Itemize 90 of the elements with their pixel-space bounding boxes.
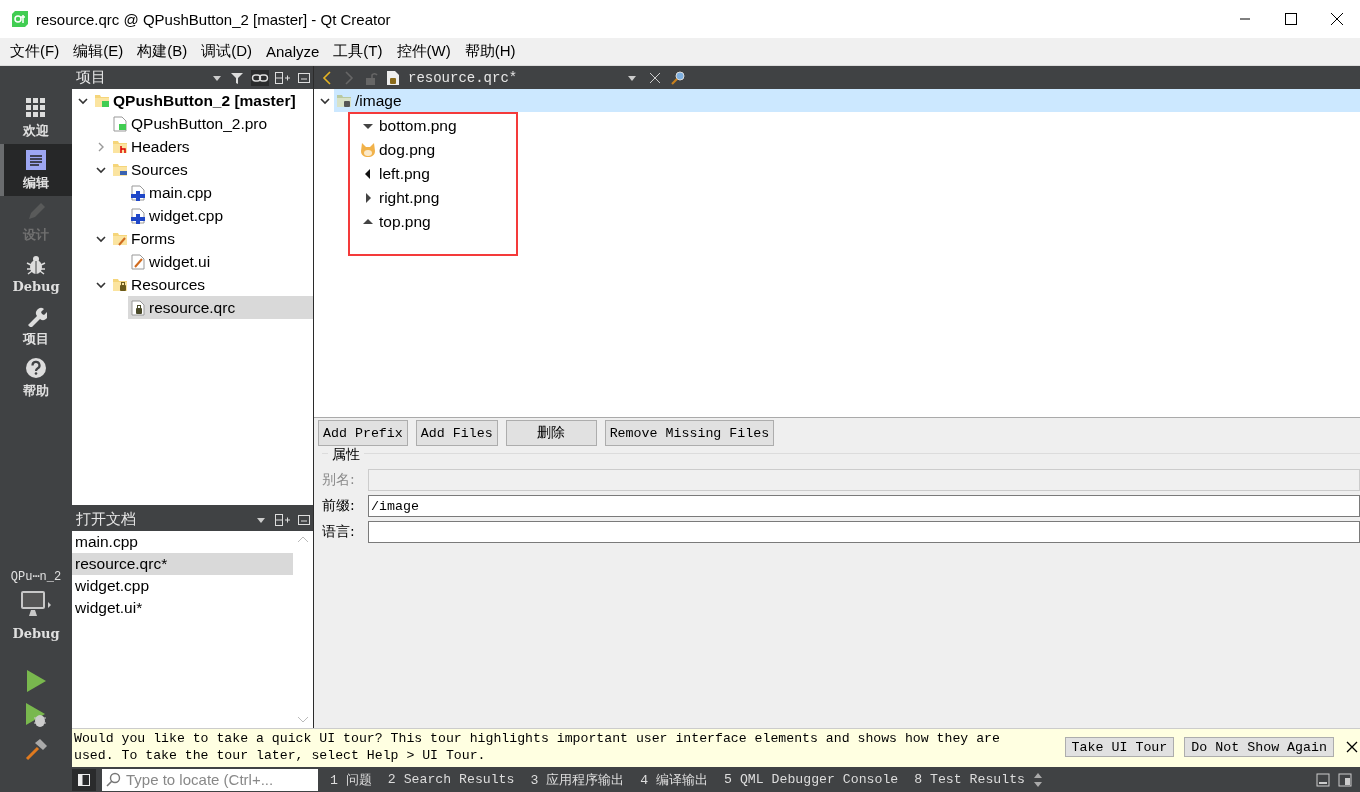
mode-button[interactable]: Debug: [0, 248, 72, 300]
resource-file-icon: [130, 299, 146, 316]
field-label: 前缀:: [322, 497, 356, 515]
tree-item[interactable]: dog.png: [358, 138, 516, 162]
run-icon[interactable]: [25, 669, 47, 693]
mode-button[interactable]: 编辑: [0, 144, 72, 196]
field-label: 语言:: [322, 523, 356, 541]
action-button[interactable]: Remove Missing Files: [604, 420, 775, 446]
project-folder-icon: [94, 92, 110, 109]
tour-button[interactable]: Take UI Tour: [1064, 737, 1175, 757]
sidebar-toggle-button[interactable]: [72, 768, 96, 791]
tree-item[interactable]: QPushButton_2 [master]: [92, 89, 313, 112]
document-item[interactable]: widget.cpp: [72, 575, 293, 597]
window-title: resource.qrc @ QPushButton_2 [master] - Qt Creator: [36, 10, 392, 28]
tree-item[interactable]: widget.cpp: [128, 204, 313, 227]
action-button[interactable]: Add Files: [415, 420, 498, 446]
sidebar-icon: [78, 773, 90, 786]
kit-selector[interactable]: QPu⋯n_2 Debug: [0, 569, 72, 641]
hammer-icon[interactable]: [24, 737, 48, 761]
panel-title: 打开文档: [76, 510, 137, 529]
tree-item[interactable]: QPushButton_2.pro: [110, 112, 313, 135]
document-item[interactable]: resource.qrc*: [72, 553, 293, 575]
output-pane-tab[interactable]: 1 问题: [322, 770, 380, 789]
form-file-icon: [130, 253, 146, 270]
output-pane-tab[interactable]: 4 编译输出: [632, 770, 717, 789]
form-folder-icon: [112, 230, 128, 247]
document-icon: [25, 148, 47, 171]
output-pane-tab[interactable]: 5 QML Debugger Console: [716, 772, 907, 787]
tree-item[interactable]: resource.qrc: [128, 296, 313, 319]
tree-item[interactable]: Headers: [110, 135, 313, 158]
bug-icon: [25, 254, 47, 276]
search-icon: [106, 771, 122, 788]
menu-item[interactable]: 控件(W): [389, 42, 458, 61]
progress-icon[interactable]: [1316, 772, 1330, 787]
field-label: 别名:: [322, 471, 356, 489]
mode-button[interactable]: 帮助: [0, 352, 72, 404]
resource-folder-icon: [336, 92, 352, 109]
magnifier-icon[interactable]: [670, 69, 686, 86]
resource-file-icon: [386, 69, 400, 86]
cpp-file-icon: [130, 184, 146, 201]
tree-item[interactable]: widget.ui: [128, 250, 313, 273]
header-folder-icon: [112, 138, 128, 155]
panel-title: 项目: [76, 68, 107, 87]
split-icon[interactable]: [273, 511, 291, 528]
tree-item[interactable]: main.cpp: [128, 181, 313, 204]
split-icon[interactable]: [273, 69, 291, 86]
file-name[interactable]: resource.qrc*: [408, 69, 518, 86]
menu-item[interactable]: 调试(D): [194, 42, 259, 61]
menu-item[interactable]: 构建(B): [130, 42, 195, 61]
close-icon[interactable]: [1346, 741, 1358, 753]
document-item[interactable]: widget.ui*: [72, 597, 293, 619]
source-folder-icon: [112, 161, 128, 178]
menu-item[interactable]: 文件(F): [3, 42, 67, 61]
tree-item[interactable]: /image: [334, 89, 1360, 112]
menu-item[interactable]: 帮助(H): [457, 42, 523, 61]
link-icon[interactable]: [251, 69, 269, 86]
mode-button[interactable]: 欢迎: [0, 92, 72, 144]
debug-run-icon[interactable]: [24, 702, 48, 728]
tree-item[interactable]: bottom.png: [358, 114, 516, 138]
group-title: 属性: [328, 446, 364, 464]
grid-icon: [25, 96, 47, 119]
document-item[interactable]: main.cpp: [72, 531, 293, 553]
output-pane-tab[interactable]: 2 Search Results: [379, 772, 523, 787]
up-down-arrow-icon[interactable]: [1033, 771, 1043, 788]
cpp-file-icon: [130, 207, 146, 224]
tour-button[interactable]: Do Not Show Again: [1184, 737, 1334, 757]
project-file-icon: [112, 115, 128, 132]
input-field[interactable]: /image: [368, 495, 1360, 517]
panel-icon[interactable]: [1338, 772, 1352, 787]
tree-item[interactable]: Resources: [110, 273, 313, 296]
menu-item[interactable]: 工具(T): [326, 42, 390, 61]
menu-item[interactable]: 编辑(E): [66, 42, 131, 61]
back-icon[interactable]: [320, 69, 334, 86]
output-pane-tab[interactable]: 8 Test Results: [906, 772, 1033, 787]
locator-field[interactable]: Type to locate (Ctrl+...: [102, 768, 318, 791]
tree-item[interactable]: left.png: [358, 162, 516, 186]
tree-item[interactable]: Forms: [110, 227, 313, 250]
tree-item[interactable]: right.png: [358, 186, 516, 210]
action-button[interactable]: 删除: [505, 420, 597, 446]
input-field[interactable]: [368, 521, 1360, 543]
tour-message: Would you like to take a quick UI tour? This tour highlights important user interface elements and shows how they are used. To take the tour later, select Help > UI Tour.: [74, 730, 1001, 764]
tree-item[interactable]: Sources: [110, 158, 313, 181]
tree-item[interactable]: top.png: [358, 210, 516, 234]
action-button[interactable]: Add Prefix: [318, 420, 408, 446]
qt-logo-icon: [12, 11, 28, 27]
resource-folder-icon: [112, 276, 128, 293]
menu-item[interactable]: Analyze: [259, 43, 327, 60]
mode-button[interactable]: 项目: [0, 300, 72, 352]
help-icon: [25, 356, 47, 379]
output-pane-tab[interactable]: 3 应用程序输出: [522, 770, 633, 789]
